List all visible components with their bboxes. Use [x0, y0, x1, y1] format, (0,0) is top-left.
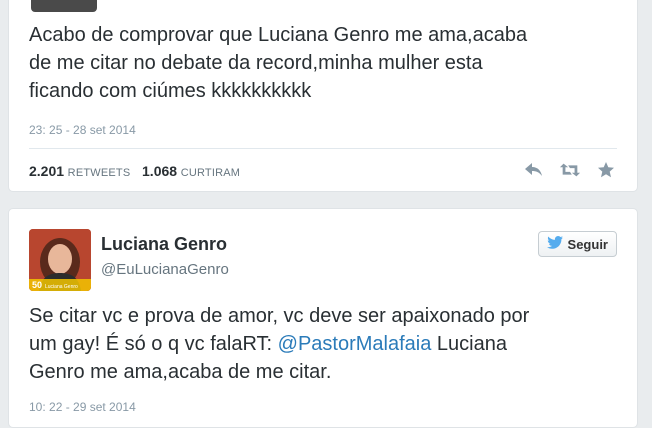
retweets-count[interactable]: 2.201	[29, 163, 64, 179]
retweet-icon[interactable]	[559, 159, 581, 181]
avatar[interactable]: 50 Luciana Genro	[29, 229, 91, 291]
tweet-stats: 2.201 RETWEETS 1.068 CURTIRAM	[29, 163, 248, 179]
favorite-icon[interactable]	[595, 159, 617, 181]
tweet-timestamp[interactable]: 10: 22 - 29 set 2014	[29, 400, 136, 414]
tweet-timestamp[interactable]: 23: 25 - 28 set 2014	[29, 123, 136, 137]
tweet-card-1: Acabo de comprovar que Luciana Genro me …	[8, 0, 638, 192]
avatar[interactable]	[31, 0, 97, 12]
divider	[29, 148, 617, 149]
tweet-card-2: 50 Luciana Genro Luciana Genro @EuLucian…	[8, 208, 638, 428]
likes-count[interactable]: 1.068	[142, 163, 177, 179]
follow-button-label: Seguir	[567, 236, 608, 252]
likes-label[interactable]: CURTIRAM	[181, 167, 240, 179]
twitter-bird-icon	[546, 236, 563, 252]
tweet-text: Acabo de comprovar que Luciana Genro me …	[29, 24, 528, 102]
avatar-caption: Luciana Genro	[45, 284, 78, 290]
avatar-badge: 50	[32, 280, 42, 290]
user-handle[interactable]: @EuLucianaGenro	[101, 261, 229, 278]
reply-icon[interactable]	[523, 159, 545, 181]
display-name[interactable]: Luciana Genro	[101, 234, 227, 255]
tweet-text: Se citar vc e prova de amor, vc deve ser…	[29, 302, 619, 386]
mention-link[interactable]: @PastorMalafaia	[278, 333, 432, 355]
follow-button[interactable]: Seguir	[537, 231, 617, 257]
retweets-label[interactable]: RETWEETS	[68, 167, 131, 179]
tweet-actions	[523, 159, 617, 181]
